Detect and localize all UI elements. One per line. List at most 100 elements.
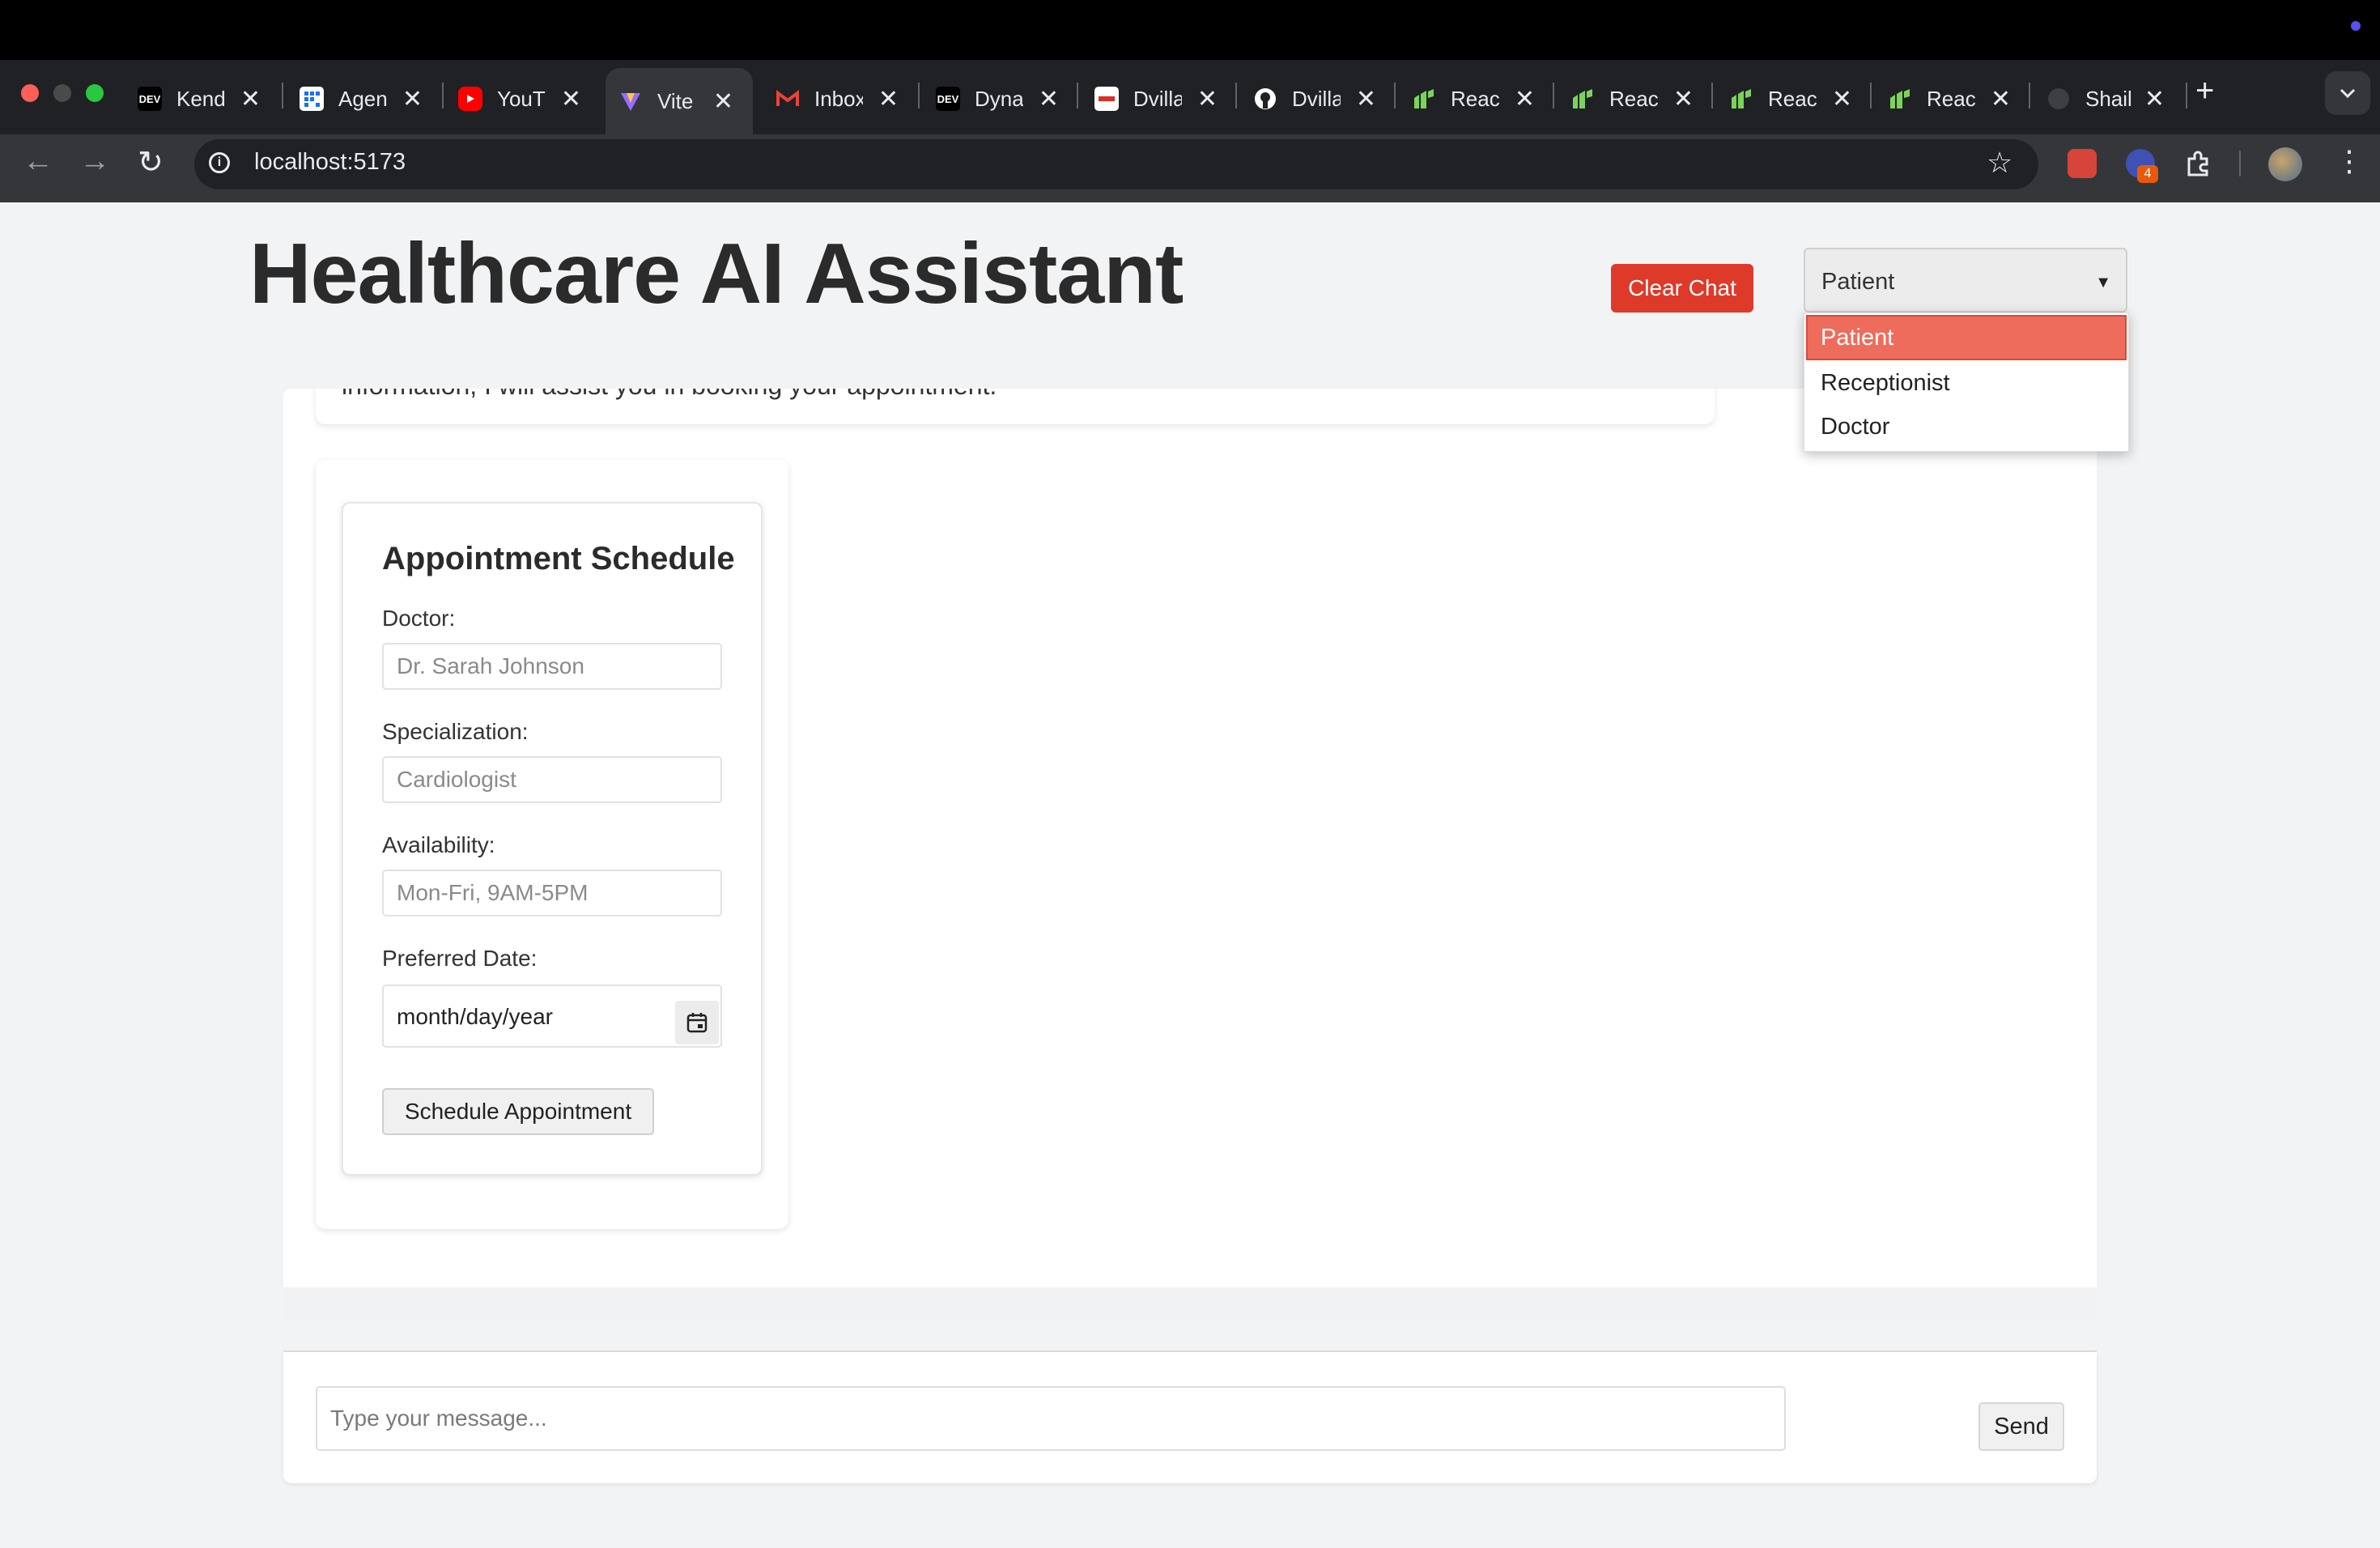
schedule-appointment-button[interactable]: Schedule Appointment — [382, 1088, 654, 1135]
tab-separator — [1235, 83, 1237, 108]
tab-title: Vite — [657, 88, 694, 113]
chevron-down-icon — [2340, 88, 2356, 99]
tab-title: React — [1609, 86, 1658, 111]
tab-kendo[interactable]: DEV Kendo ✕ — [138, 71, 280, 126]
tab-dvilla-github[interactable]: Dvilla ✕ — [1253, 71, 1396, 126]
message-input[interactable] — [316, 1386, 1786, 1451]
tab-dynamic[interactable]: DEV Dynamic ✕ — [936, 71, 1078, 126]
specialization-label: Specialization: — [382, 719, 529, 744]
doctor-input[interactable] — [382, 643, 722, 690]
new-tab-button[interactable]: + — [2195, 73, 2214, 109]
appointment-title: Appointment Schedule — [382, 541, 735, 576]
back-icon[interactable]: ← — [23, 144, 53, 179]
role-select-value: Patient — [1821, 269, 1895, 295]
role-dropdown: Patient Receptionist Doctor — [1804, 313, 2129, 452]
leaf-icon — [1570, 87, 1595, 111]
dev-icon: DEV — [936, 87, 960, 111]
tab-shail[interactable]: Shail ✕ — [2046, 71, 2184, 126]
tab-title: Agent — [338, 86, 387, 111]
youtube-icon — [458, 87, 482, 111]
tab-search-button[interactable] — [2325, 71, 2370, 115]
preferred-date-label: Preferred Date: — [382, 946, 538, 971]
specialization-input[interactable] — [382, 756, 722, 803]
close-tab-icon[interactable]: ✕ — [402, 85, 423, 113]
tab-title: Inbox — [814, 86, 863, 111]
send-button[interactable]: Send — [1978, 1402, 2064, 1451]
role-option-receptionist[interactable]: Receptionist — [1806, 360, 2127, 406]
doctor-label: Doctor: — [382, 606, 456, 631]
browser-menu-icon[interactable]: ⋮ — [2335, 144, 2364, 178]
tab-inbox[interactable]: Inbox ✕ — [776, 71, 918, 126]
bookmark-star-icon[interactable]: ☆ — [1987, 146, 2012, 180]
close-tab-icon[interactable]: ✕ — [1197, 85, 1218, 113]
toolbar-separator — [2239, 151, 2241, 176]
clear-chat-button[interactable]: Clear Chat — [1611, 264, 1753, 313]
extension-icon[interactable] — [2068, 149, 2097, 178]
profile-avatar[interactable] — [2268, 147, 2302, 181]
tab-title: React — [1451, 86, 1499, 111]
calendar-icon[interactable] — [675, 1001, 719, 1044]
site-info-icon[interactable]: i — [209, 152, 230, 173]
chat-panel-footer — [283, 1287, 2097, 1321]
availability-input[interactable] — [382, 870, 722, 916]
caret-down-icon: ▼ — [2095, 274, 2111, 291]
maximize-window-icon[interactable] — [86, 84, 104, 102]
close-tab-icon[interactable]: ✕ — [561, 85, 581, 113]
tab-separator — [2029, 83, 2030, 108]
address-bar[interactable] — [194, 139, 2038, 189]
extension-badge: 4 — [2137, 165, 2158, 183]
forward-icon[interactable]: → — [79, 144, 110, 179]
tab-separator — [2186, 83, 2187, 108]
close-tab-icon[interactable]: ✕ — [1515, 85, 1535, 113]
tab-separator — [918, 83, 920, 108]
preferred-date-input[interactable]: month/day/year — [382, 985, 722, 1048]
date-value: month/day/year — [397, 1004, 553, 1029]
leaf-icon — [1888, 87, 1912, 111]
tab-separator — [1870, 83, 1872, 108]
system-menu-bar — [0, 0, 2380, 60]
github-icon — [2046, 87, 2071, 111]
tab-react-2[interactable]: React ✕ — [1570, 71, 1713, 126]
tab-agent[interactable]: Agent ✕ — [300, 71, 442, 126]
availability-label: Availability: — [382, 832, 495, 857]
role-select[interactable]: Patient ▼ — [1804, 248, 2127, 313]
status-dot-icon — [2351, 21, 2361, 31]
url-text[interactable]: localhost:5173 — [254, 149, 406, 176]
tab-react-1[interactable]: React ✕ — [1412, 71, 1554, 126]
tab-separator — [282, 83, 283, 108]
minimize-window-icon[interactable] — [53, 84, 71, 102]
tab-vite[interactable]: Vite ✕ — [606, 68, 753, 134]
tab-separator — [1553, 83, 1554, 108]
gmail-icon — [776, 87, 800, 111]
close-tab-icon[interactable]: ✕ — [1039, 85, 1059, 113]
tab-dvilla[interactable]: Dvilla ✕ — [1094, 71, 1237, 126]
close-tab-icon[interactable]: ✕ — [878, 85, 899, 113]
tab-title: YouTube — [497, 86, 546, 111]
close-tab-icon[interactable]: ✕ — [1356, 85, 1376, 113]
close-window-icon[interactable] — [21, 84, 39, 102]
tab-title: Dvilla — [1133, 86, 1182, 111]
reload-icon[interactable]: ↻ — [138, 144, 164, 181]
close-tab-icon[interactable]: ✕ — [1991, 85, 2011, 113]
tab-react-4[interactable]: React ✕ — [1888, 71, 2030, 126]
close-tab-icon[interactable]: ✕ — [240, 85, 261, 113]
dvilla-icon — [1094, 87, 1119, 111]
tab-title: Shail — [2085, 86, 2132, 111]
close-tab-icon[interactable]: ✕ — [2144, 85, 2165, 113]
close-tab-icon[interactable]: ✕ — [1673, 85, 1694, 113]
tab-separator — [1711, 83, 1713, 108]
tab-title: React — [1927, 86, 1975, 111]
puzzle-icon[interactable] — [2184, 149, 2213, 178]
tab-youtube[interactable]: YouTube ✕ — [458, 71, 601, 126]
page-title: Healthcare AI Assistant — [249, 226, 1184, 321]
tab-react-3[interactable]: React ✕ — [1729, 71, 1872, 126]
tab-title: Dvilla — [1292, 86, 1341, 111]
leaf-icon — [1412, 87, 1436, 111]
close-tab-icon[interactable]: ✕ — [713, 87, 733, 116]
grid-icon — [300, 87, 324, 111]
close-tab-icon[interactable]: ✕ — [1832, 85, 1852, 113]
leaf-icon — [1729, 87, 1753, 111]
role-option-doctor[interactable]: Doctor — [1806, 404, 2127, 449]
role-option-patient[interactable]: Patient — [1806, 315, 2127, 360]
tab-title: Kendo — [176, 86, 225, 111]
